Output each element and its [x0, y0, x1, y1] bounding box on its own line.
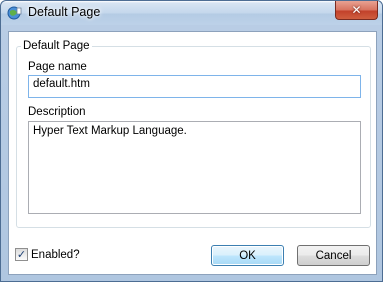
window-title: Default Page [28, 5, 101, 19]
description-textarea[interactable]: Hyper Text Markup Language. [28, 121, 361, 214]
title-bar[interactable]: Default Page ✕ [1, 1, 382, 25]
page-name-input[interactable]: default.htm [28, 75, 361, 98]
ok-button[interactable]: OK [211, 245, 284, 266]
dialog-window: Default Page ✕ Default Page Page name de… [0, 0, 383, 282]
checkmark-icon: ✓ [16, 248, 27, 261]
groupbox-label: Default Page [21, 40, 92, 52]
enabled-checkbox-row[interactable]: ✓ Enabled? [15, 248, 80, 261]
enabled-label[interactable]: Enabled? [31, 249, 80, 261]
page-name-label: Page name [28, 61, 87, 73]
description-label: Description [28, 106, 86, 118]
dialog-client-area: Default Page Page name default.htm Descr… [8, 31, 377, 275]
close-icon: ✕ [351, 3, 362, 17]
cancel-button[interactable]: Cancel [297, 245, 370, 266]
close-button[interactable]: ✕ [335, 1, 378, 20]
enabled-checkbox[interactable]: ✓ [15, 248, 28, 261]
globe-page-icon [7, 6, 22, 20]
